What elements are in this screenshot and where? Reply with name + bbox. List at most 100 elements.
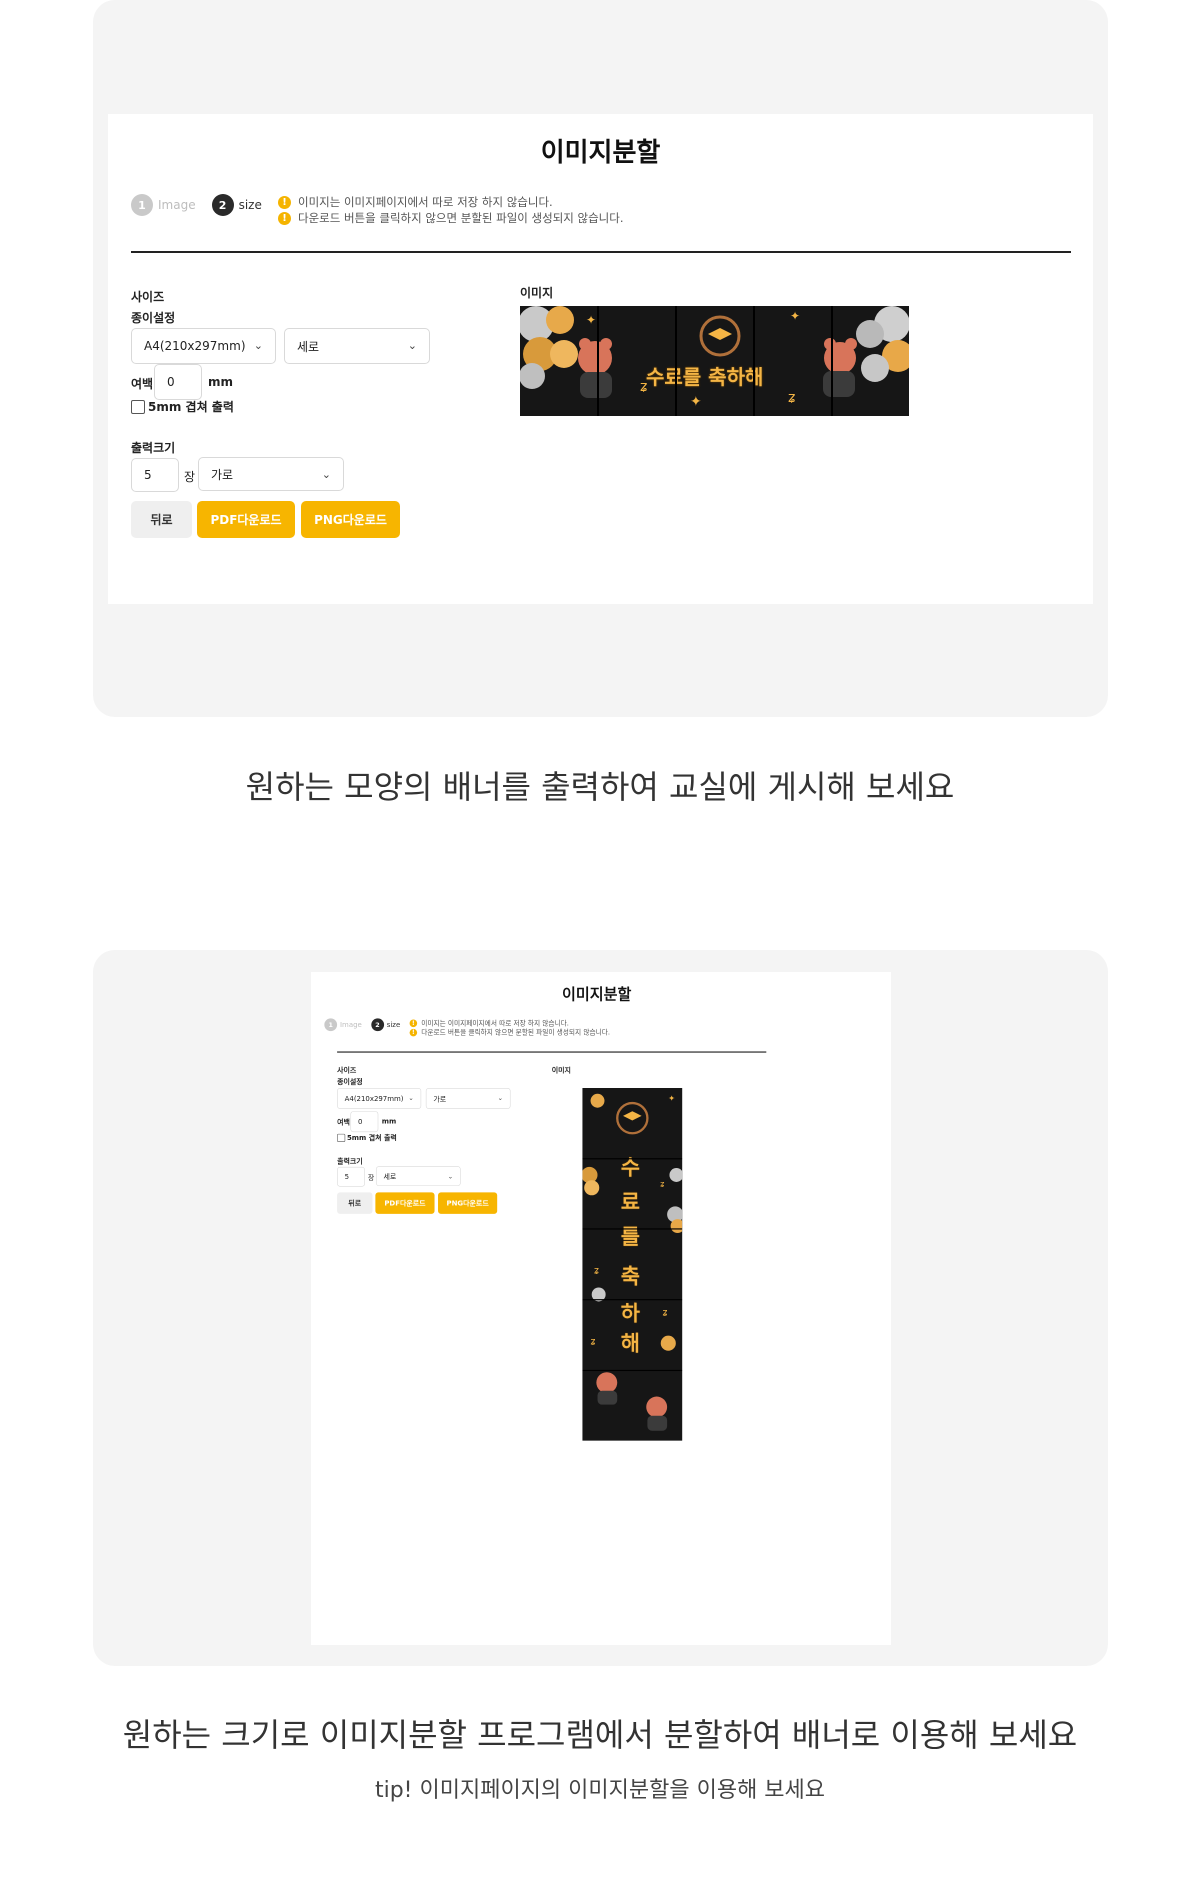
- warning-icon: !: [409, 1028, 418, 1037]
- paper-size-select[interactable]: A4(210x297mm) ⌄: [337, 1088, 422, 1109]
- page-title: 이미지분할: [540, 138, 661, 168]
- warning-icon: !: [278, 211, 291, 225]
- output-count-input[interactable]: 5: [131, 458, 179, 492]
- split-line: [753, 306, 755, 416]
- notice-item: ! 이미지는 이미지페이지에서 따로 저장 하지 않습니다.: [409, 1018, 610, 1028]
- notice-list: ! 이미지는 이미지페이지에서 따로 저장 하지 않습니다. ! 다운로드 버튼…: [409, 1018, 610, 1037]
- image-split-app-screenshot: 이미지분할 1 Image 2 size ! 이미지는 이미지페이지에서 따로 …: [311, 972, 891, 1645]
- step-number: 1: [324, 1018, 338, 1032]
- banner-char: 해: [620, 1332, 640, 1356]
- chevron-down-icon: ⌄: [407, 339, 417, 352]
- step-indicator: 1 Image 2 size: [324, 1018, 401, 1032]
- output-count-input[interactable]: 5: [337, 1166, 365, 1187]
- paper-size-select[interactable]: A4(210x297mm) ⌄: [131, 328, 276, 364]
- output-direction-select[interactable]: 가로 ⌄: [198, 457, 344, 491]
- notice-text: 다운로드 버튼을 클릭하지 않으면 분할된 파일이 생성되지 않습니다.: [298, 211, 624, 225]
- chevron-down-icon: ⌄: [408, 1094, 414, 1102]
- notice-text: 이미지는 이미지페이지에서 따로 저장 하지 않습니다.: [298, 195, 553, 209]
- step-image[interactable]: 1 Image: [131, 194, 196, 216]
- back-button[interactable]: 뒤로: [337, 1192, 373, 1214]
- png-download-button[interactable]: PNG다운로드: [301, 501, 400, 538]
- step-number: 2: [211, 194, 234, 216]
- banner-preview-horizontal: ✦ ✦ ✦ ʑ ʑ 수료를 축하해: [520, 306, 909, 416]
- split-line: [675, 306, 677, 416]
- margin-unit: mm: [381, 1117, 397, 1126]
- output-size-label: 출력크기: [337, 1157, 363, 1166]
- notice-item: ! 이미지는 이미지페이지에서 따로 저장 하지 않습니다.: [278, 194, 623, 210]
- overlap-checkbox[interactable]: [337, 1133, 346, 1142]
- back-button[interactable]: 뒤로: [131, 501, 192, 538]
- svg-text:✦: ✦: [690, 394, 702, 410]
- step-label: size: [386, 1020, 401, 1029]
- banner-preview-vertical: ✦ ʑ ʑ ʑ ʑ 수 료 를 축 하 해: [582, 1088, 683, 1441]
- caption-vertical-banner: 원하는 크기로 이미지분할 프로그램에서 분할하여 배너로 이용해 보세요: [122, 1716, 1078, 1754]
- caption-horizontal-banner: 원하는 모양의 배너를 출력하여 교실에 게시해 보세요: [245, 768, 955, 806]
- step-indicator: 1 Image 2 size: [131, 194, 262, 216]
- orientation-select[interactable]: 세로 ⌄: [284, 328, 430, 364]
- margin-input[interactable]: 0: [350, 1111, 379, 1133]
- split-line: [582, 1299, 683, 1301]
- step-size[interactable]: 2 size: [211, 194, 262, 216]
- step-size[interactable]: 2 size: [371, 1018, 401, 1032]
- split-line: [582, 1369, 683, 1372]
- warning-icon: !: [278, 195, 291, 209]
- split-line: [831, 306, 833, 416]
- svg-text:✦: ✦: [790, 309, 800, 323]
- chevron-down-icon: ⌄: [447, 1172, 454, 1181]
- svg-text:ʑ: ʑ: [662, 1307, 667, 1318]
- margin-label: 여백: [131, 377, 154, 391]
- svg-text:✦: ✦: [668, 1093, 675, 1103]
- size-section-title: 사이즈: [131, 290, 165, 304]
- step-label: Image: [340, 1020, 362, 1029]
- image-label: 이미지: [551, 1065, 571, 1075]
- png-download-button[interactable]: PNG다운로드: [438, 1192, 498, 1214]
- banner-char: 수: [620, 1155, 640, 1180]
- overlap-label: 5mm 겹쳐 출력: [148, 400, 234, 414]
- select-value: 세로: [383, 1172, 397, 1181]
- chevron-down-icon: ⌄: [497, 1094, 503, 1102]
- select-value: 가로: [211, 467, 234, 482]
- output-direction-select[interactable]: 세로 ⌄: [375, 1166, 461, 1187]
- overlap-checkbox[interactable]: [131, 399, 145, 414]
- select-value: 가로: [433, 1094, 447, 1103]
- banner-char: 하: [620, 1302, 640, 1326]
- banner-char: 축: [620, 1264, 640, 1289]
- select-value: A4(210x297mm): [144, 339, 246, 353]
- svg-text:✦: ✦: [586, 313, 596, 327]
- svg-text:ʑ: ʑ: [660, 1179, 664, 1189]
- orientation-select[interactable]: 가로 ⌄: [425, 1088, 511, 1109]
- output-count-unit: 장: [367, 1173, 375, 1182]
- notice-item: ! 다운로드 버튼을 클릭하지 않으면 분할된 파일이 생성되지 않습니다.: [278, 210, 623, 226]
- warning-icon: !: [409, 1019, 418, 1027]
- margin-input[interactable]: 0: [154, 364, 202, 400]
- step-image[interactable]: 1 Image: [324, 1018, 362, 1032]
- page-title: 이미지분할: [561, 985, 632, 1004]
- divider: [337, 1051, 767, 1053]
- output-size-label: 출력크기: [131, 441, 176, 455]
- divider: [131, 251, 1071, 253]
- step-label: Image: [158, 198, 196, 212]
- split-line: [582, 1228, 683, 1230]
- split-line: [582, 1158, 683, 1160]
- banner-text: 수료를 축하해: [646, 365, 764, 389]
- chevron-down-icon: ⌄: [253, 339, 263, 352]
- pdf-download-button[interactable]: PDF다운로드: [197, 501, 295, 538]
- svg-text:ʑ: ʑ: [591, 1336, 596, 1347]
- notice-item: ! 다운로드 버튼을 클릭하지 않으면 분할된 파일이 생성되지 않습니다.: [409, 1028, 610, 1037]
- paper-setting-label: 종이설정: [131, 311, 176, 325]
- overlap-option[interactable]: 5mm 겹쳐 출력: [337, 1133, 397, 1143]
- pdf-download-button[interactable]: PDF다운로드: [375, 1192, 435, 1214]
- image-split-app-screenshot: 이미지분할 1 Image 2 size ! 이미지는 이미지페이지에서 따로 …: [108, 114, 1093, 604]
- notice-text: 다운로드 버튼을 클릭하지 않으면 분할된 파일이 생성되지 않습니다.: [421, 1028, 610, 1037]
- overlap-option[interactable]: 5mm 겹쳐 출력: [131, 398, 234, 415]
- step-label: size: [238, 198, 262, 212]
- notice-text: 이미지는 이미지페이지에서 따로 저장 하지 않습니다.: [421, 1018, 569, 1028]
- image-label: 이미지: [520, 286, 554, 300]
- select-value: A4(210x297mm): [344, 1094, 404, 1103]
- step-number: 1: [131, 194, 153, 216]
- paper-setting-label: 종이설정: [337, 1077, 363, 1086]
- chevron-down-icon: ⌄: [321, 468, 331, 481]
- overlap-label: 5mm 겹쳐 출력: [346, 1133, 397, 1142]
- margin-label: 여백: [337, 1118, 350, 1127]
- svg-text:ʑ: ʑ: [594, 1266, 599, 1277]
